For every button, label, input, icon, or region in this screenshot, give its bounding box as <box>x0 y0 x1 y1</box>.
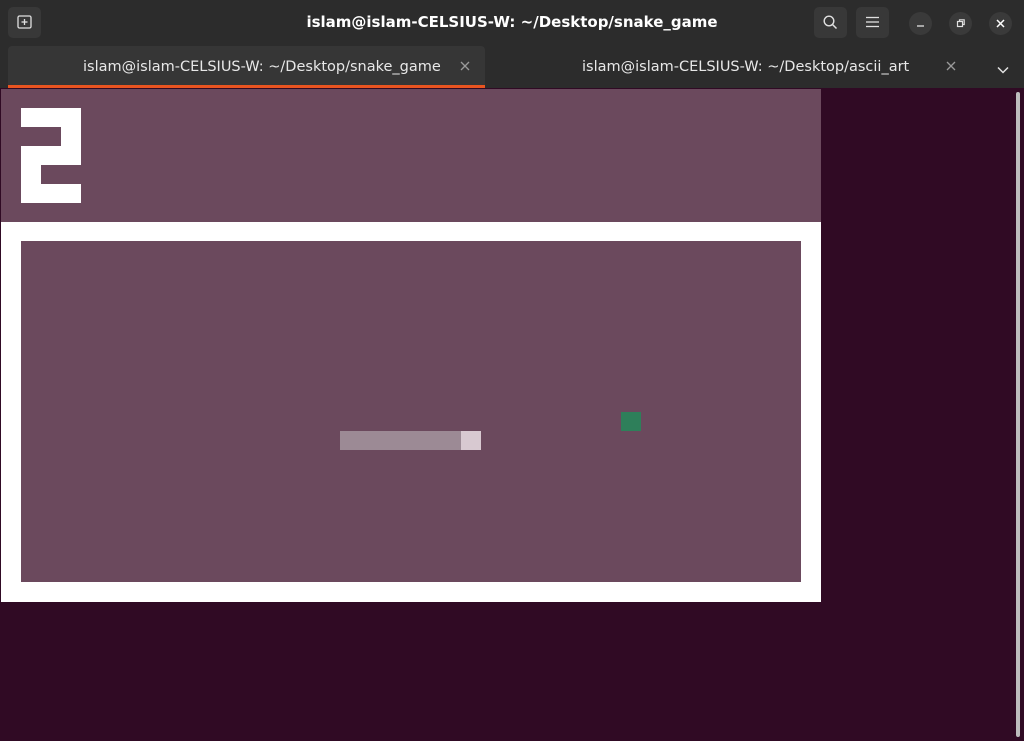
search-button[interactable] <box>814 7 847 38</box>
menu-button[interactable] <box>856 7 889 38</box>
tab-ascii-art[interactable]: islam@islam-CELSIUS-W: ~/Desktop/ascii_a… <box>485 46 985 88</box>
tab-list-dropdown-button[interactable] <box>996 60 1012 74</box>
game-board <box>21 241 801 582</box>
tab-close-button[interactable] <box>946 57 956 75</box>
food-pellet <box>621 412 641 431</box>
tab-label: islam@islam-CELSIUS-W: ~/Desktop/ascii_a… <box>582 59 910 75</box>
close-icon <box>996 19 1005 28</box>
minimize-icon <box>917 25 924 27</box>
snake-head <box>461 431 481 450</box>
close-icon <box>460 61 470 71</box>
close-icon <box>946 61 956 71</box>
hamburger-menu-icon <box>866 16 879 28</box>
snake-body <box>340 431 461 450</box>
tab-close-button[interactable] <box>460 57 470 75</box>
tab-bar: islam@islam-CELSIUS-W: ~/Desktop/snake_g… <box>0 46 1024 88</box>
tab-snake-game[interactable]: islam@islam-CELSIUS-W: ~/Desktop/snake_g… <box>8 46 485 88</box>
maximize-button[interactable] <box>949 12 972 35</box>
score-display: 2 <box>21 108 81 203</box>
headerbar: islam@islam-CELSIUS-W: ~/Desktop/snake_g… <box>0 0 1024 46</box>
maximize-icon <box>956 19 965 28</box>
terminal-scrollbar[interactable] <box>1016 92 1020 737</box>
tab-label: islam@islam-CELSIUS-W: ~/Desktop/snake_g… <box>83 59 441 75</box>
chevron-down-icon <box>997 66 1009 74</box>
search-icon <box>823 15 838 30</box>
score-panel <box>1 89 821 222</box>
minimize-button[interactable] <box>909 12 932 35</box>
close-window-button[interactable] <box>989 12 1012 35</box>
